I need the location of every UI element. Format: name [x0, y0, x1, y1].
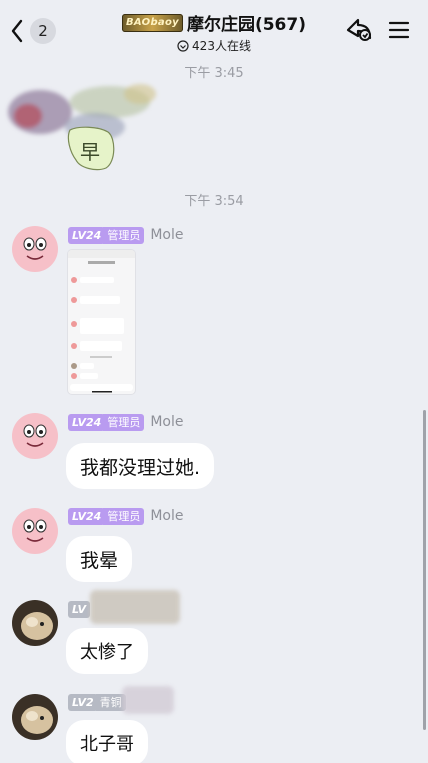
sender-meta: LV: [68, 600, 91, 618]
level-tag: LV24: [68, 507, 106, 525]
role-tag: 管理员: [103, 226, 145, 244]
patrick-face-icon: [12, 226, 58, 272]
sender-meta: LV2 青铜: [68, 693, 126, 711]
sender-meta: LV24 管理员 Mole: [68, 413, 183, 431]
sender-name[interactable]: Mole: [150, 414, 183, 430]
chat-header: 2 BAObaoy 摩尔庄园(567) 423人在线: [0, 0, 428, 58]
avatar-patrick[interactable]: [12, 508, 58, 554]
online-check-icon: [177, 39, 189, 52]
share-icon[interactable]: [344, 16, 374, 44]
blurred-name-region: [90, 590, 180, 624]
level-tag: LV: [68, 600, 91, 618]
screenshot-preview: [68, 250, 135, 393]
sticker-text: 早: [80, 140, 100, 164]
message-bubble[interactable]: 我晕: [66, 536, 133, 582]
role-tag: 管理员: [103, 413, 145, 431]
timestamp-separator: 下午 3:54: [184, 194, 244, 209]
scrollbar-thumb[interactable]: [423, 410, 426, 730]
sticker-image[interactable]: 早: [0, 72, 170, 177]
avatar-user[interactable]: [12, 600, 58, 646]
dog-avatar-icon: [12, 694, 58, 740]
sender-meta: LV24 管理员 Mole: [68, 507, 183, 525]
group-name: 摩尔庄园(567): [186, 15, 306, 35]
message-bubble[interactable]: 北子哥: [66, 720, 148, 763]
role-tag: 管理员: [103, 507, 145, 525]
sender-name[interactable]: Mole: [150, 508, 183, 524]
menu-icon[interactable]: [388, 19, 410, 41]
level-tag: LV2: [68, 693, 98, 711]
patrick-face-icon: [12, 413, 58, 459]
level-tag: LV24: [68, 413, 106, 431]
online-count: 423人在线: [192, 39, 251, 53]
avatar-patrick[interactable]: [12, 413, 58, 459]
dog-avatar-icon: [12, 600, 58, 646]
patrick-face-icon: [12, 508, 58, 554]
level-tag: LV24: [68, 226, 106, 244]
sender-meta: LV24 管理员 Mole: [68, 226, 183, 244]
blurred-name-region: [122, 686, 174, 714]
image-message-thumbnail[interactable]: [68, 250, 135, 394]
avatar-user[interactable]: [12, 694, 58, 740]
group-badge-logo: BAObaoy: [122, 13, 183, 32]
avatar-patrick[interactable]: [12, 226, 58, 272]
sender-name[interactable]: Mole: [150, 227, 183, 243]
message-bubble[interactable]: 太惨了: [66, 628, 148, 674]
message-bubble[interactable]: 我都没理过她.: [66, 443, 215, 489]
